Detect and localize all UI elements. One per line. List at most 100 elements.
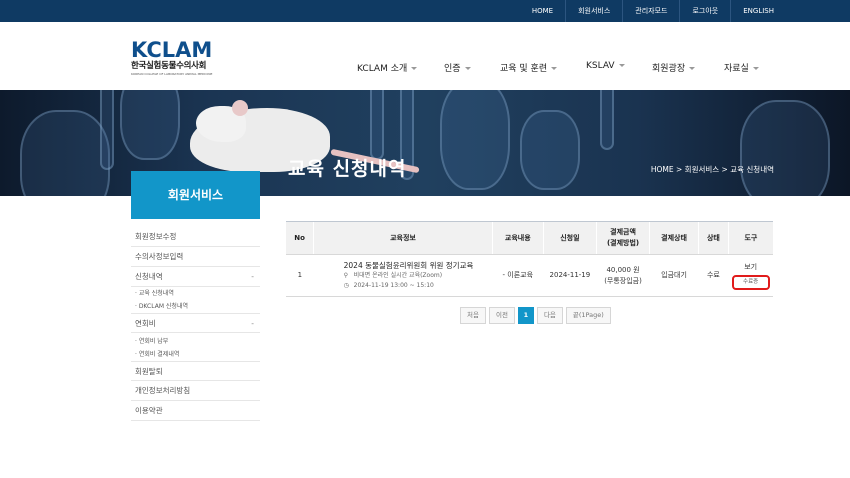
utility-link-member-service[interactable]: 회원서비스 — [565, 0, 622, 22]
nav-item-education[interactable]: 교육 및 훈련 — [500, 61, 558, 74]
chevron-down-icon — [752, 67, 759, 70]
page-next-button[interactable]: 다음 — [536, 307, 563, 324]
tools-cell: 보기 수료증 — [728, 254, 773, 297]
sidebar-title: 회원서비스 — [131, 171, 260, 219]
page-prev-button[interactable]: 이전 — [488, 307, 515, 324]
location-pin-icon: ⚲ — [343, 272, 349, 279]
flask-illustration — [20, 110, 110, 196]
table-row: 1 2024 동물실험윤리위원회 위원 정기교육 ⚲ 비대면 온라인 실시간 교육… — [286, 254, 773, 297]
sidebar-item-vet-info[interactable]: 수의사정보입력 — [131, 247, 260, 267]
test-tube-illustration — [100, 90, 114, 170]
chevron-down-icon — [618, 64, 625, 67]
logo-korean-name: 한국실험동물수의사회 — [131, 61, 207, 71]
flask-illustration — [520, 110, 580, 190]
column-header-content: 교육내용 — [491, 221, 544, 255]
application-table: No 교육정보 교육내용 신청일 결제금액 (결제방법) 결제상태 상태 도구 … — [286, 221, 773, 297]
sidebar-item-label: 연회비 — [135, 319, 156, 328]
payment-amount-cell: 40,000 원 (무통장입금) — [596, 254, 650, 297]
sidebar-item-terms[interactable]: 이용약관 — [131, 401, 260, 421]
top-utility-bar: HOME 회원서비스 관리자모드 로그아웃 ENGLISH — [0, 0, 850, 22]
sidebar-item-label: 개인정보처리방침 — [135, 386, 191, 395]
sidebar-item-edit-profile[interactable]: 회원정보수정 — [131, 227, 260, 247]
payment-method: (무통장입금) — [604, 276, 642, 285]
nav-item-certification[interactable]: 인증 — [444, 61, 471, 74]
sidebar-subitem-dkclam-applications[interactable]: · DKCLAM 신청내역 — [131, 300, 260, 313]
applied-date: 2024-11-19 — [543, 254, 597, 297]
site-logo[interactable]: KCLAM 한국실험동물수의사회 KOREAN COLLEGE OF LABOR… — [131, 39, 231, 81]
education-title[interactable]: 2024 동물실험윤리위원회 위원 정기교육 — [344, 260, 491, 271]
column-header-no: No — [286, 221, 314, 255]
sidebar-subitem-fee-history[interactable]: · 연회비 결제내역 — [131, 348, 260, 361]
nav-label: 교육 및 훈련 — [500, 64, 548, 74]
chevron-down-icon — [464, 67, 471, 70]
collapse-toggle-icon[interactable]: - — [251, 314, 254, 334]
certificate-button[interactable]: 수료증 — [731, 274, 770, 290]
location-text: 비대면 온라인 실시간 교육(Zoom) — [353, 272, 443, 279]
payment-amount: 40,000 원 — [606, 265, 640, 274]
nav-item-archive[interactable]: 자료실 — [724, 61, 759, 74]
sidebar-subitem-education-applications[interactable]: · 교육 신청내역 — [131, 287, 260, 300]
nav-label: 회원광장 — [652, 64, 686, 74]
nav-label: KSLAV — [586, 61, 615, 71]
nav-label: 인증 — [444, 64, 461, 74]
flask-illustration — [120, 90, 180, 160]
chevron-down-icon — [551, 67, 558, 70]
row-number: 1 — [286, 254, 314, 297]
clock-icon: ◷ — [343, 282, 349, 289]
table-header-row: No 교육정보 교육내용 신청일 결제금액 (결제방법) 결제상태 상태 도구 — [286, 221, 773, 255]
nav-item-kclam-intro[interactable]: KCLAM 소개 — [357, 61, 418, 74]
hero-banner: 교육 신청내역 HOME > 회원서비스 > 교육 신청내역 — [0, 90, 850, 196]
test-tube-illustration — [600, 90, 614, 150]
education-info-cell: 2024 동물실험윤리위원회 위원 정기교육 ⚲ 비대면 온라인 실시간 교육(Z… — [313, 254, 493, 297]
utility-links: HOME 회원서비스 관리자모드 로그아웃 ENGLISH — [520, 0, 774, 22]
datetime-text: 2024-11-19 13:00 ~ 15:10 — [353, 282, 434, 289]
nav-label: KCLAM 소개 — [357, 64, 408, 74]
pagination: 처음 이전 1 다음 끝(1Page) — [460, 307, 614, 324]
nav-label: 자료실 — [724, 64, 749, 74]
sidebar-item-annual-fee[interactable]: 연회비 - — [131, 313, 260, 333]
column-header-status: 상태 — [698, 221, 729, 255]
utility-link-english[interactable]: ENGLISH — [730, 0, 774, 22]
lab-mouse-ear — [232, 100, 248, 116]
breadcrumb: HOME > 회원서비스 > 교육 신청내역 — [650, 165, 774, 174]
view-button[interactable]: 보기 — [730, 262, 771, 273]
completion-status: 수료 — [698, 254, 729, 297]
logo-english-name: KOREAN COLLEGE OF LABORATORY ANIMAL MEDI… — [131, 72, 213, 76]
sidebar-item-label: 이용약관 — [135, 406, 163, 415]
sidebar-item-label: 회원탈퇴 — [135, 367, 163, 376]
column-header-tools: 도구 — [727, 221, 773, 255]
nav-item-kslav[interactable]: KSLAV — [586, 61, 625, 71]
sidebar-subitem-fee-payment[interactable]: · 연회비 납부 — [131, 335, 260, 348]
sidebar-item-label: 수의사정보입력 — [135, 252, 184, 261]
utility-link-admin-mode[interactable]: 관리자모드 — [622, 0, 679, 22]
sidebar-item-label: 신청내역 — [135, 272, 163, 281]
sidebar-item-applications[interactable]: 신청내역 - — [131, 267, 260, 287]
page-last-button[interactable]: 끝(1Page) — [565, 307, 611, 324]
page-first-button[interactable]: 처음 — [460, 307, 486, 324]
column-header-payment-status: 결제상태 — [649, 221, 699, 255]
logo-mark: KCLAM — [131, 38, 213, 62]
flask-illustration — [440, 90, 510, 190]
education-datetime: ◷ 2024-11-19 13:00 ~ 15:10 — [344, 281, 491, 291]
test-tube-illustration — [370, 90, 384, 160]
column-header-edu-info: 교육정보 — [313, 221, 493, 255]
chevron-down-icon — [689, 67, 696, 70]
education-content: - 이론교육 — [492, 254, 544, 297]
collapse-toggle-icon[interactable]: - — [251, 267, 254, 287]
sidebar-item-privacy-policy[interactable]: 개인정보처리방침 — [131, 381, 260, 401]
education-location: ⚲ 비대면 온라인 실시간 교육(Zoom) — [344, 271, 491, 281]
sidebar-menu: 회원정보수정 수의사정보입력 신청내역 - · 교육 신청내역 · DKCLAM … — [131, 227, 260, 421]
nav-item-member-plaza[interactable]: 회원광장 — [652, 61, 696, 74]
page-title: 교육 신청내역 — [288, 158, 407, 180]
column-header-amount: 결제금액 (결제방법) — [595, 221, 650, 255]
payment-status: 입금대기 — [649, 254, 699, 297]
chevron-down-icon — [411, 67, 418, 70]
sidebar-item-label: 회원정보수정 — [135, 232, 177, 241]
flask-illustration — [740, 100, 830, 196]
site-header: KCLAM 한국실험동물수의사회 KOREAN COLLEGE OF LABOR… — [0, 22, 850, 90]
page-current[interactable]: 1 — [517, 307, 534, 324]
column-header-applied-date: 신청일 — [542, 221, 597, 255]
utility-link-home[interactable]: HOME — [520, 0, 565, 22]
sidebar-item-withdraw[interactable]: 회원탈퇴 — [131, 361, 260, 381]
utility-link-logout[interactable]: 로그아웃 — [679, 0, 730, 22]
